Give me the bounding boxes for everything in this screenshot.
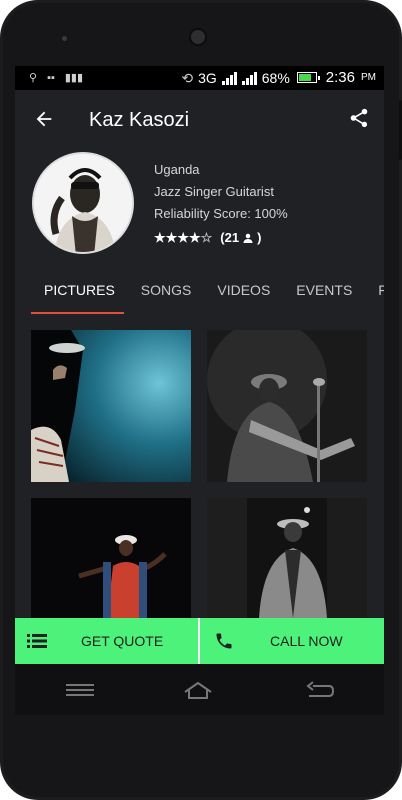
clock-ampm: PM xyxy=(361,72,376,83)
home-icon[interactable] xyxy=(183,680,213,700)
get-quote-button[interactable]: GET QUOTE xyxy=(15,618,200,664)
profile-info: Uganda Jazz Singer Guitarist Reliability… xyxy=(154,161,288,249)
review-count-value: (21 xyxy=(220,230,240,245)
picture-thumbnail[interactable] xyxy=(207,330,367,482)
status-bar: ⚲ ▪▪ ▮▮▮ ⟲ 3G 68% 2:36 PM xyxy=(15,66,384,90)
get-quote-label: GET QUOTE xyxy=(81,633,164,649)
rating: ★★★★☆ (21 ) xyxy=(154,227,288,249)
proximity-sensor xyxy=(62,36,67,41)
phone-icon xyxy=(216,633,232,649)
picture-2 xyxy=(207,330,367,482)
profile-profession: Jazz Singer Guitarist xyxy=(154,184,274,199)
signal-icon xyxy=(221,71,237,85)
tab-indicator xyxy=(31,312,124,314)
star-filled-icon: ★ xyxy=(177,230,189,245)
tab-f[interactable]: F xyxy=(378,274,384,314)
battery-icon xyxy=(296,72,320,83)
battery-level xyxy=(298,74,312,81)
tab-songs[interactable]: SONGS xyxy=(141,274,192,314)
network-type: 3G xyxy=(198,69,217,86)
arrow-back-icon[interactable] xyxy=(33,108,55,130)
review-count[interactable]: (21 ) xyxy=(220,229,261,247)
clock: 2:36 xyxy=(325,69,355,86)
tab-bar: PICTURES SONGS VIDEOS EVENTS F xyxy=(15,274,384,314)
app-bar: Kaz Kasozi xyxy=(15,90,384,146)
recent-apps-icon[interactable] xyxy=(65,680,95,700)
profile-country: Uganda xyxy=(154,162,200,177)
signal-icon-2 xyxy=(241,71,257,85)
star-filled-icon: ★ xyxy=(165,230,178,245)
system-nav-bar xyxy=(15,664,384,715)
back-nav-icon[interactable] xyxy=(305,680,335,700)
action-bar: GET QUOTE CALL NOW xyxy=(15,618,384,664)
star-filled-icon: ★ xyxy=(154,230,166,245)
notification-icons: ⚲ ▪▪ ▮▮▮ xyxy=(29,71,83,85)
avatar-photo xyxy=(34,154,132,252)
picture-thumbnail[interactable] xyxy=(31,330,191,482)
call-now-label: CALL NOW xyxy=(270,633,343,649)
tab-videos[interactable]: VIDEOS xyxy=(217,274,270,314)
review-count-close: ) xyxy=(257,230,262,245)
system-icons: ⟲ 3G 68% 2:36 PM xyxy=(181,69,376,86)
call-now-button[interactable]: CALL NOW xyxy=(200,618,384,664)
rotate-icon: ⟲ xyxy=(181,69,194,86)
avatar[interactable] xyxy=(32,152,134,254)
picture-4 xyxy=(207,498,367,618)
picture-thumbnail[interactable] xyxy=(207,498,367,618)
tab-events[interactable]: EVENTS xyxy=(296,274,352,314)
page-title: Kaz Kasozi xyxy=(89,109,190,131)
picture-3 xyxy=(31,498,191,618)
person-icon xyxy=(243,233,253,243)
battery-percent: 68% xyxy=(261,69,290,86)
bbm-icon: ▪▪ xyxy=(47,72,55,84)
star-filled-icon: ★ xyxy=(188,230,201,245)
rating-stars: ★★★★☆ xyxy=(154,229,212,247)
front-camera xyxy=(189,28,207,46)
star-empty-icon: ☆ xyxy=(200,230,213,245)
phone-frame: ⚲ ▪▪ ▮▮▮ ⟲ 3G 68% 2:36 PM Kaz Kasozi Uga… xyxy=(0,0,402,800)
screen: ⚲ ▪▪ ▮▮▮ ⟲ 3G 68% 2:36 PM Kaz Kasozi Uga… xyxy=(15,66,384,715)
usb-icon: ⚲ xyxy=(29,72,38,84)
picture-thumbnail[interactable] xyxy=(31,498,191,618)
profile-reliability: Reliability Score: 100% xyxy=(154,206,288,221)
picture-1 xyxy=(31,330,191,482)
tab-pictures[interactable]: PICTURES xyxy=(44,274,115,314)
list-icon xyxy=(27,634,47,648)
share-icon[interactable] xyxy=(348,107,370,129)
barcode-icon: ▮▮▮ xyxy=(64,72,84,84)
